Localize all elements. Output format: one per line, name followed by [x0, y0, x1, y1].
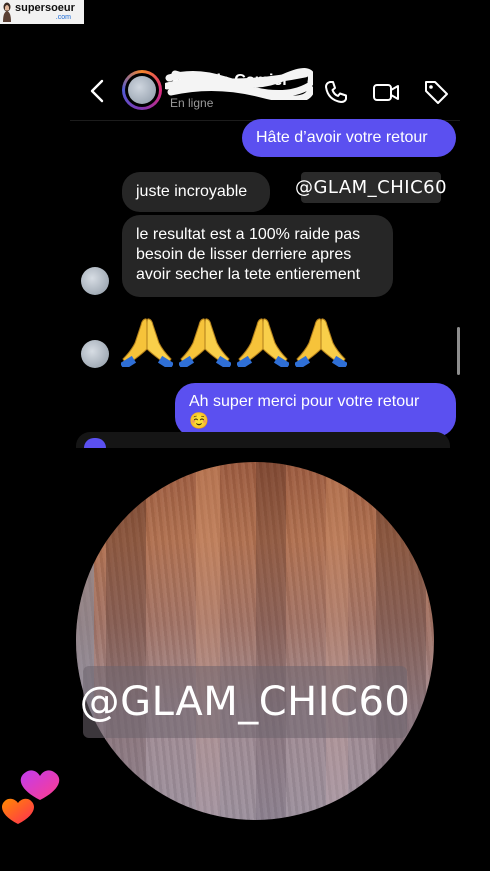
phone-icon[interactable] — [322, 78, 350, 106]
hearts-reaction-icon — [2, 770, 60, 824]
handle-sticker: @GLAM_CHIC60 — [295, 172, 447, 203]
hair-result-photo[interactable] — [76, 462, 434, 820]
woman-silhouette-logo-icon — [3, 2, 11, 22]
sender-avatar[interactable] — [81, 340, 109, 368]
folded-hands-icon — [295, 318, 347, 367]
message-sent[interactable]: Ah super merci pour votre retour ☺️ — [175, 383, 456, 437]
online-status: En ligne — [170, 96, 214, 110]
contact-avatar[interactable] — [122, 70, 162, 110]
sender-avatar[interactable] — [81, 267, 109, 295]
watermark: supersoeur .com — [0, 0, 84, 24]
video-camera-icon[interactable] — [372, 78, 400, 106]
folded-hands-icon — [121, 318, 173, 367]
message-received-emoji[interactable] — [121, 315, 347, 367]
tag-icon[interactable] — [422, 78, 450, 106]
next-message-peek — [76, 432, 450, 448]
message-sent[interactable]: Hâte d’avoir votre retour — [242, 119, 456, 157]
chat-header: Patricia Camier En ligne — [0, 60, 490, 122]
scrollbar[interactable] — [457, 327, 460, 375]
watermark-name: supersoeur — [15, 2, 75, 14]
back-chevron-icon[interactable] — [86, 78, 110, 104]
message-received[interactable]: le resultat est a 100% raide pas besoin … — [122, 215, 393, 297]
watermark-domain: .com — [55, 14, 71, 21]
folded-hands-icon — [237, 318, 289, 367]
message-received[interactable]: juste incroyable — [122, 172, 270, 212]
folded-hands-icon — [179, 318, 231, 367]
handle-sticker-large: @GLAM_CHIC60 — [80, 666, 410, 738]
